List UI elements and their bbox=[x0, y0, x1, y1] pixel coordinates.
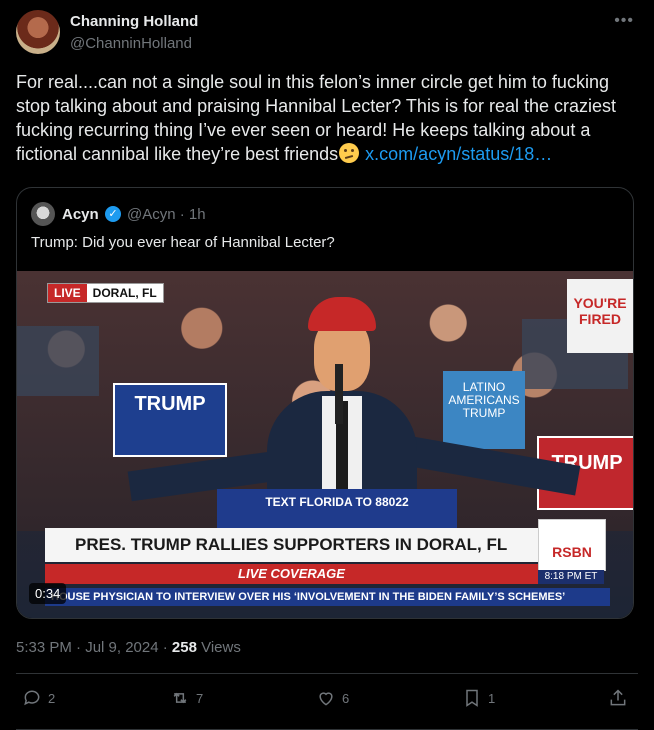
sign-trump: TRUMP bbox=[113, 383, 227, 457]
share-icon bbox=[610, 689, 626, 706]
post-metadata: 5:33 PM · Jul 9, 2024 · 258 Views bbox=[16, 639, 241, 656]
live-coverage-banner: LIVE COVERAGE bbox=[45, 564, 538, 584]
bookmark-count: 1 bbox=[488, 690, 496, 706]
author-handle[interactable]: @ChanninHolland bbox=[70, 35, 192, 52]
post-text-block: For real....can not a single soul in thi… bbox=[16, 70, 636, 166]
teleprompter-left bbox=[17, 326, 99, 396]
more-options-icon[interactable]: ••• bbox=[614, 12, 634, 30]
quote-author-name[interactable]: Acyn bbox=[62, 206, 99, 223]
news-ticker: HOUSE PHYSICIAN TO INTERVIEW OVER HIS ‘I… bbox=[45, 588, 610, 606]
reply-button[interactable]: 2 bbox=[22, 688, 55, 708]
reply-count: 2 bbox=[48, 690, 56, 706]
divider-top bbox=[16, 673, 638, 674]
quote-text: Trump: Did you ever hear of Hannibal Lec… bbox=[31, 234, 335, 251]
network-name: RSBN bbox=[552, 544, 592, 560]
video-player[interactable]: YOU'RE FIRED TRUMP LATINO AMERICANS TRUM… bbox=[17, 271, 633, 618]
repost-icon bbox=[173, 692, 187, 704]
author-name[interactable]: Channing Holland bbox=[70, 13, 198, 30]
quote-author-avatar[interactable] bbox=[31, 202, 55, 226]
repost-button[interactable]: 7 bbox=[170, 688, 203, 708]
sign-latinos: LATINO AMERICANS TRUMP bbox=[443, 371, 525, 449]
network-logo: RSBN bbox=[538, 519, 606, 571]
sign-crooked-text: YOU'RE FIRED bbox=[573, 295, 627, 327]
sign-latinos-text: LATINO AMERICANS TRUMP bbox=[448, 380, 520, 420]
reply-icon bbox=[24, 690, 40, 706]
bookmark-icon bbox=[466, 689, 478, 707]
podium-text: TEXT FLORIDA TO 88022 bbox=[265, 495, 409, 509]
live-badge: LIVE DORAL, FL bbox=[47, 283, 164, 303]
live-label: LIVE bbox=[48, 284, 87, 302]
heart-icon bbox=[319, 692, 333, 706]
video-duration: 0:34 bbox=[29, 583, 67, 604]
microphone bbox=[335, 364, 343, 424]
headline-text: PRES. TRUMP RALLIES SUPPORTERS IN DORAL,… bbox=[75, 535, 508, 554]
quote-author-handle[interactable]: @Acyn · 1h bbox=[127, 206, 206, 223]
repost-count: 7 bbox=[196, 690, 204, 706]
like-button[interactable]: 6 bbox=[316, 688, 349, 708]
share-button[interactable] bbox=[608, 688, 628, 708]
like-count: 6 bbox=[342, 690, 350, 706]
live-location: DORAL, FL bbox=[92, 286, 157, 300]
verified-badge-icon: ✓ bbox=[105, 206, 121, 222]
quoted-post[interactable]: Acyn ✓ @Acyn · 1h Trump: Did you ever he… bbox=[16, 187, 634, 619]
thinking-face-emoji-icon bbox=[339, 143, 360, 163]
post-timestamp[interactable]: 5:33 PM · Jul 9, 2024 · bbox=[16, 639, 172, 656]
bookmark-button[interactable]: 1 bbox=[462, 688, 495, 708]
network-time: 8:18 PM ET bbox=[538, 570, 604, 584]
post-link[interactable]: x.com/acyn/status/18… bbox=[365, 144, 552, 164]
action-bar: 2 7 6 1 bbox=[0, 688, 654, 718]
sign-trump-text: TRUMP bbox=[134, 393, 206, 415]
author-avatar[interactable] bbox=[16, 10, 60, 54]
lower-third: PRES. TRUMP RALLIES SUPPORTERS IN DORAL,… bbox=[45, 528, 538, 562]
views-label: Views bbox=[196, 639, 241, 656]
views-count: 258 bbox=[171, 639, 197, 656]
sign-crooked: YOU'RE FIRED bbox=[567, 279, 633, 353]
